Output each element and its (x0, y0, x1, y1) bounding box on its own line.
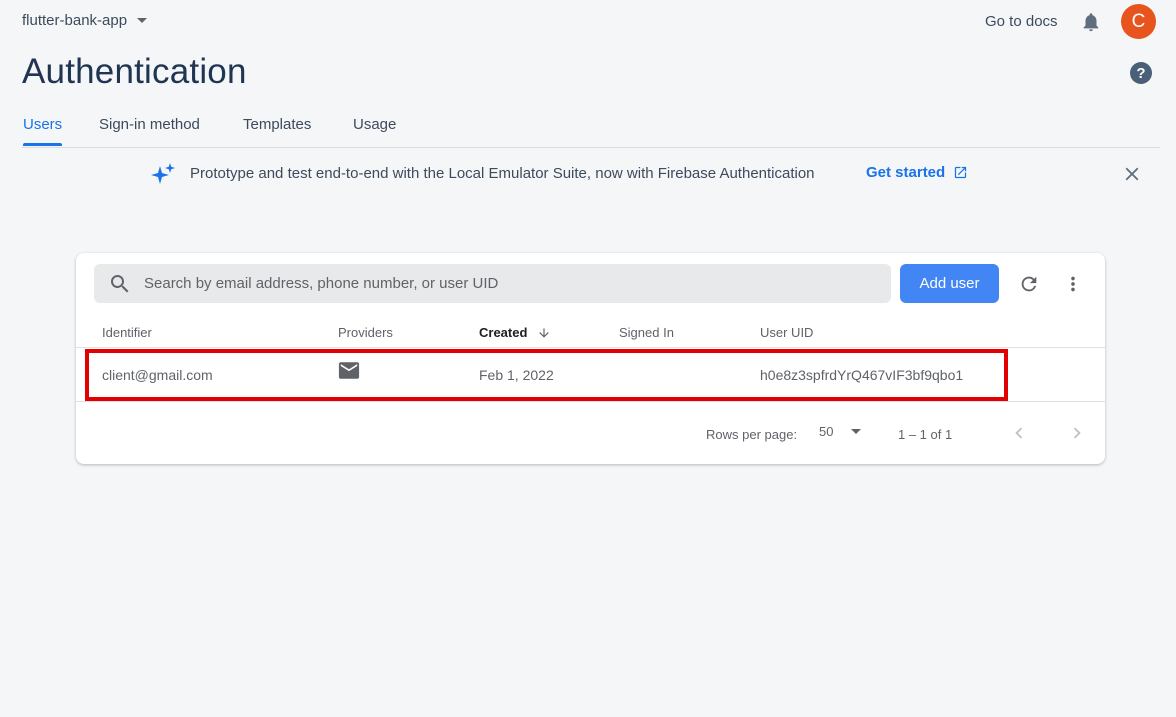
rows-per-page-select[interactable]: 50 (819, 424, 862, 439)
search-icon (111, 274, 129, 292)
email-icon (338, 362, 360, 379)
column-header-signed-in[interactable]: Signed In (619, 325, 674, 340)
rows-per-page-value: 50 (819, 424, 834, 439)
avatar[interactable]: C (1121, 4, 1156, 39)
column-header-identifier[interactable]: Identifier (102, 325, 152, 340)
close-icon[interactable] (1121, 163, 1143, 185)
page-title: Authentication (22, 52, 247, 91)
search-input[interactable] (144, 275, 844, 292)
tab-templates[interactable]: Templates (243, 116, 311, 146)
user-created-date: Feb 1, 2022 (479, 367, 554, 383)
search-bar[interactable] (94, 264, 891, 303)
users-card: Add user Identifier Providers Created Si… (76, 253, 1105, 464)
column-header-providers[interactable]: Providers (338, 325, 393, 340)
bell-icon[interactable] (1080, 11, 1102, 33)
table-row[interactable]: client@gmail.com Feb 1, 2022 h0e8z3spfrd… (76, 349, 1105, 402)
svg-text:?: ? (1136, 65, 1145, 82)
column-header-created[interactable]: Created (479, 325, 551, 340)
user-uid: h0e8z3spfrdYrQ467vIF3bf9qbo1 (760, 367, 964, 383)
arrow-down-icon (539, 327, 550, 338)
add-user-button[interactable]: Add user (900, 264, 999, 303)
help-icon[interactable]: ? (1129, 61, 1153, 85)
banner-text: Prototype and test end-to-end with the L… (190, 165, 815, 182)
go-to-docs-link[interactable]: Go to docs (985, 13, 1058, 30)
column-header-created-label: Created (479, 325, 528, 340)
sparkle-icon (151, 163, 175, 184)
pagination: Rows per page: 50 1 – 1 of 1 (76, 403, 1105, 464)
refresh-icon[interactable] (1018, 273, 1040, 295)
top-bar: flutter-bank-app Go to docs C (0, 0, 1176, 44)
rows-per-page-label: Rows per page: (706, 427, 798, 442)
pagination-range: 1 – 1 of 1 (898, 427, 953, 442)
tab-users[interactable]: Users (23, 116, 63, 146)
tab-sign-in-method[interactable]: Sign-in method (99, 116, 200, 146)
emulator-banner: Prototype and test end-to-end with the L… (0, 150, 1176, 198)
user-identifier: client@gmail.com (102, 367, 213, 383)
project-name: flutter-bank-app (22, 12, 128, 29)
open-in-new-icon (955, 166, 967, 179)
project-selector[interactable]: flutter-bank-app (22, 12, 148, 29)
tab-bar: Users Sign-in method Templates Usage (22, 104, 1160, 148)
tab-usage[interactable]: Usage (353, 116, 396, 146)
column-header-user-uid[interactable]: User UID (760, 325, 813, 340)
get-started-link[interactable]: Get started (866, 164, 968, 181)
chevron-left-icon[interactable] (1008, 422, 1030, 444)
chevron-down-icon (137, 18, 148, 23)
table-header: Identifier Providers Created Signed In U… (76, 313, 1105, 348)
more-vert-icon[interactable] (1062, 273, 1084, 295)
get-started-label: Get started (866, 164, 946, 181)
chevron-down-icon (851, 429, 862, 434)
chevron-right-icon[interactable] (1066, 422, 1088, 444)
